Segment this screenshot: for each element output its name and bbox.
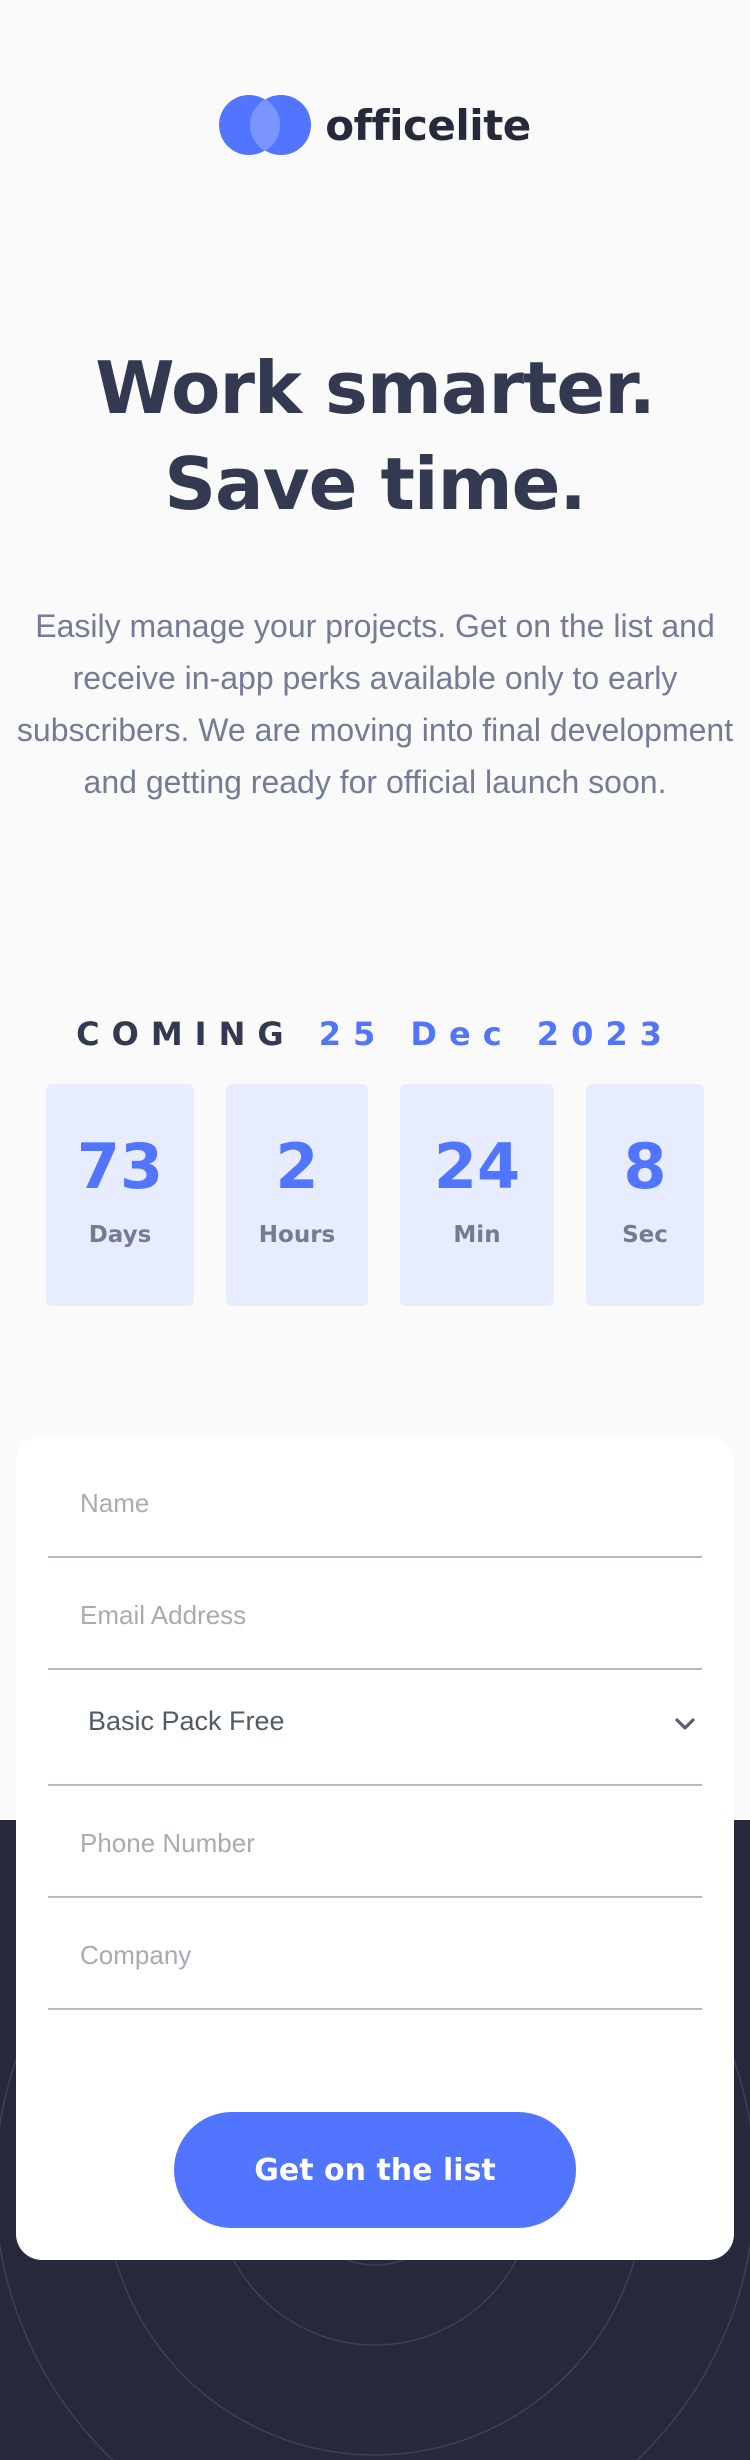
timer-minutes: 24 Min [400,1084,554,1306]
company-input[interactable] [48,1898,702,2008]
timer-days: 73 Days [46,1084,194,1306]
timer-seconds: 8 Sec [586,1084,704,1306]
countdown-heading: COMING 25 Dec 2023 [0,1015,750,1053]
company-field-wrapper [48,1898,702,2010]
timer-value: 24 [433,1130,521,1203]
timer-label: Hours [258,1222,336,1248]
brand-name: officelite [325,100,531,150]
signup-page: officelite Work smarter. Save time. Easi… [0,0,750,2460]
brand-logo[interactable]: officelite [0,95,750,155]
get-on-the-list-button[interactable]: Get on the list [174,2112,576,2228]
launch-date: 25 Dec 2023 [318,1015,674,1053]
timer-value: 2 [275,1130,319,1203]
timer-label: Min [453,1222,501,1248]
timer-value: 73 [76,1130,164,1203]
timer-hours: 2 Hours [226,1084,368,1306]
plan-select-value: Basic Pack Free [88,1706,285,1736]
phone-input[interactable] [48,1786,702,1896]
signup-form: Basic Pack Free Get on the list [16,1436,734,2260]
name-field-wrapper [48,1446,702,1558]
timer-value: 8 [623,1130,667,1203]
timer-label: Days [88,1222,152,1248]
name-input[interactable] [48,1446,702,1556]
countdown-prefix: COMING [76,1015,296,1053]
hero-description: Easily manage your projects. Get on the … [16,608,734,800]
phone-field-wrapper [48,1786,702,1898]
email-input[interactable] [48,1558,702,1668]
chevron-down-icon [675,1718,695,1730]
email-field-wrapper [48,1558,702,1670]
hero-title: Work smarter. Save time. [95,346,656,526]
timer-label: Sec [622,1222,668,1248]
plan-select[interactable]: Basic Pack Free [48,1670,702,1786]
two-overlapping-circles-icon [219,95,312,155]
countdown-timer: 73 Days 2 Hours 24 Min 8 Sec [0,1084,750,1306]
